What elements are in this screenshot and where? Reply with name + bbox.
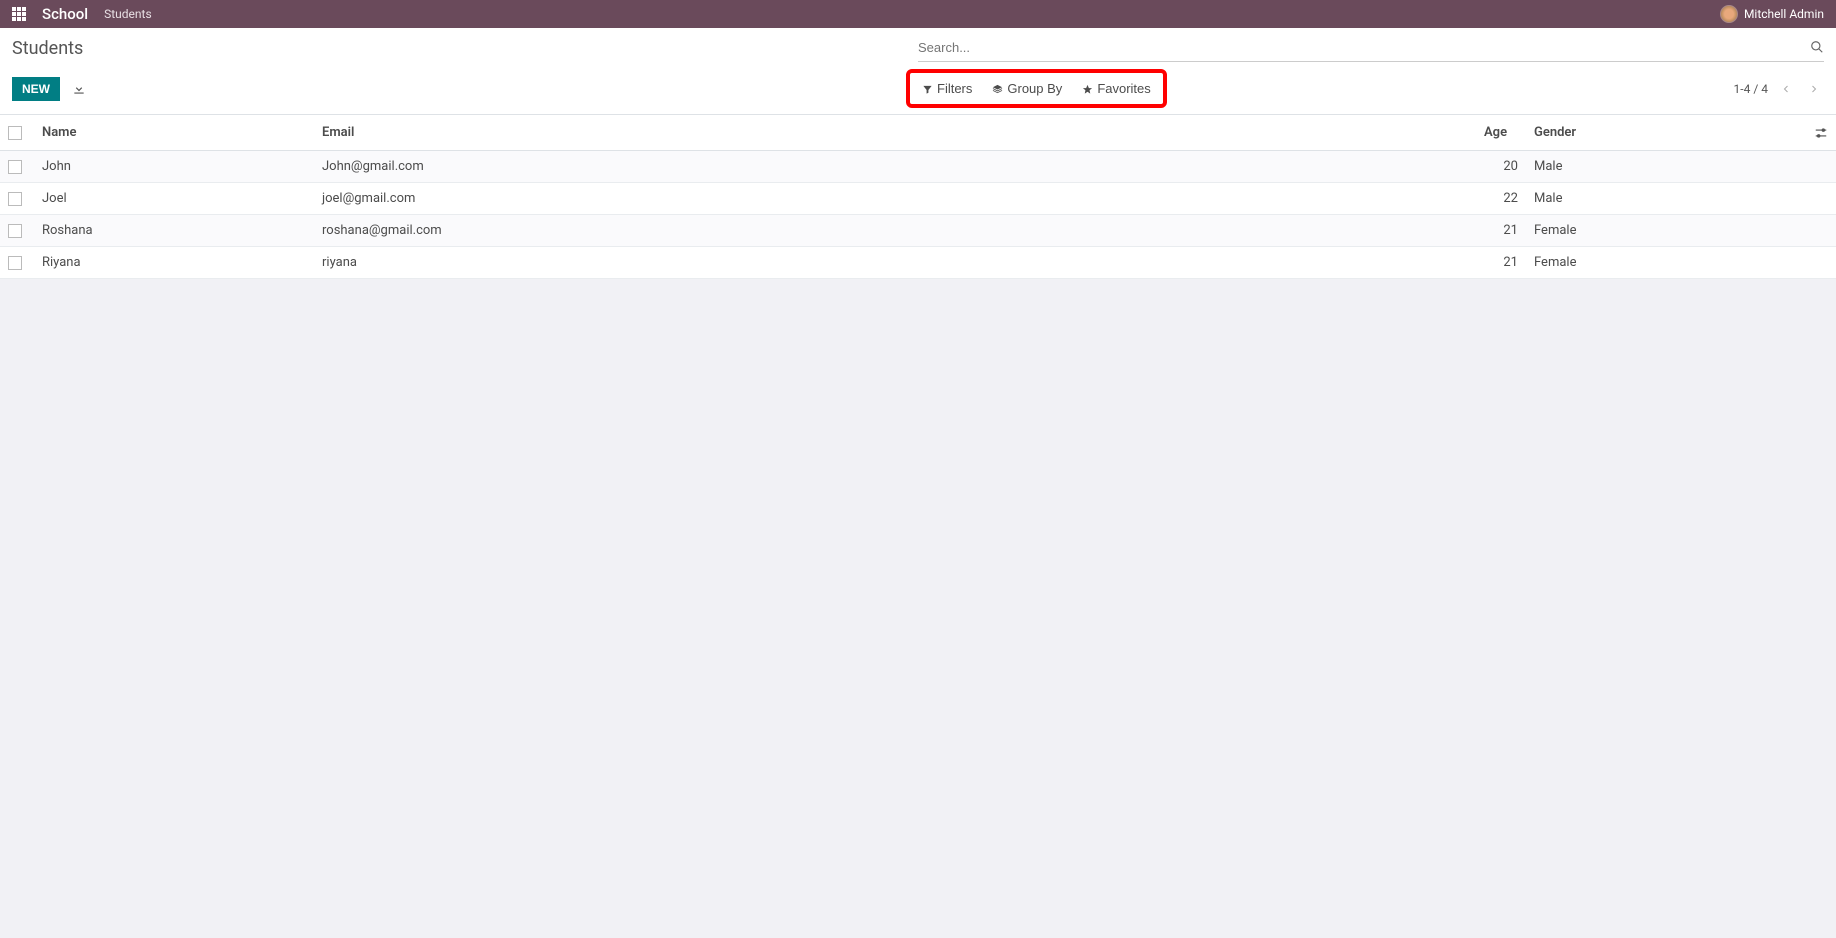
topbar-right: Mitchell Admin <box>1720 5 1824 23</box>
control-right: 1-4 / 4 <box>1734 81 1824 96</box>
apps-icon[interactable] <box>12 7 26 21</box>
cell-age: 20 <box>1476 151 1526 183</box>
row-checkbox[interactable] <box>8 160 22 174</box>
menu-students[interactable]: Students <box>104 7 152 21</box>
select-all-checkbox[interactable] <box>8 126 22 140</box>
control-mid: Filters Group By Favorites <box>918 69 1167 108</box>
groupby-button[interactable]: Group By <box>990 77 1064 100</box>
table-wrap: Name Email Age Gender John John@gmail.co… <box>0 115 1836 279</box>
layers-icon <box>992 81 1003 96</box>
topbar: School Students Mitchell Admin <box>0 0 1836 28</box>
header-email[interactable]: Email <box>314 115 1476 151</box>
cell-gender: Female <box>1526 247 1806 279</box>
cell-email: riyana <box>314 247 1476 279</box>
cell-email: John@gmail.com <box>314 151 1476 183</box>
header-gender[interactable]: Gender <box>1526 115 1806 151</box>
header-checkbox-cell <box>0 115 34 151</box>
search-input[interactable] <box>918 36 1810 59</box>
cell-email: joel@gmail.com <box>314 183 1476 215</box>
cell-age: 21 <box>1476 215 1526 247</box>
groupby-label: Group By <box>1007 81 1062 96</box>
avatar[interactable] <box>1720 5 1738 23</box>
app-brand[interactable]: School <box>42 5 88 23</box>
search-wrap <box>918 36 1824 62</box>
cell-name: Roshana <box>34 215 314 247</box>
header-options <box>1806 115 1836 151</box>
pager-prev[interactable] <box>1776 81 1796 96</box>
topbar-left: School Students <box>12 5 152 23</box>
cell-gender: Male <box>1526 183 1806 215</box>
download-button[interactable] <box>68 77 90 100</box>
cell-email: roshana@gmail.com <box>314 215 1476 247</box>
filters-label: Filters <box>937 81 972 96</box>
cell-age: 21 <box>1476 247 1526 279</box>
row-checkbox[interactable] <box>8 224 22 238</box>
header-age[interactable]: Age <box>1476 115 1526 151</box>
star-icon <box>1082 81 1093 96</box>
filters-button[interactable]: Filters <box>920 77 974 100</box>
control-panel: Students NEW Filters Group By <box>0 28 1836 115</box>
control-left: NEW <box>12 77 918 101</box>
cell-gender: Male <box>1526 151 1806 183</box>
favorites-label: Favorites <box>1097 81 1150 96</box>
cell-name: John <box>34 151 314 183</box>
table-row[interactable]: Roshana roshana@gmail.com 21 Female <box>0 215 1836 247</box>
favorites-button[interactable]: Favorites <box>1080 77 1152 100</box>
table-row[interactable]: Joel joel@gmail.com 22 Male <box>0 183 1836 215</box>
header-name[interactable]: Name <box>34 115 314 151</box>
highlight-annotation: Filters Group By Favorites <box>906 69 1167 108</box>
username[interactable]: Mitchell Admin <box>1744 7 1824 21</box>
pager-next[interactable] <box>1804 81 1824 96</box>
page-title: Students <box>12 34 918 63</box>
table-header-row: Name Email Age Gender <box>0 115 1836 151</box>
funnel-icon <box>922 81 933 96</box>
search-icon[interactable] <box>1810 40 1824 55</box>
row-checkbox[interactable] <box>8 256 22 270</box>
table-row[interactable]: John John@gmail.com 20 Male <box>0 151 1836 183</box>
control-row-1: Students <box>12 34 1824 63</box>
table-row[interactable]: Riyana riyana 21 Female <box>0 247 1836 279</box>
students-table: Name Email Age Gender John John@gmail.co… <box>0 115 1836 279</box>
sliders-icon[interactable] <box>1814 125 1828 140</box>
control-row-2: NEW Filters Group By Favorites <box>12 63 1824 114</box>
row-checkbox[interactable] <box>8 192 22 206</box>
cell-name: Joel <box>34 183 314 215</box>
cell-name: Riyana <box>34 247 314 279</box>
pager-text: 1-4 / 4 <box>1734 82 1768 96</box>
cell-gender: Female <box>1526 215 1806 247</box>
new-button[interactable]: NEW <box>12 77 60 101</box>
cell-age: 22 <box>1476 183 1526 215</box>
